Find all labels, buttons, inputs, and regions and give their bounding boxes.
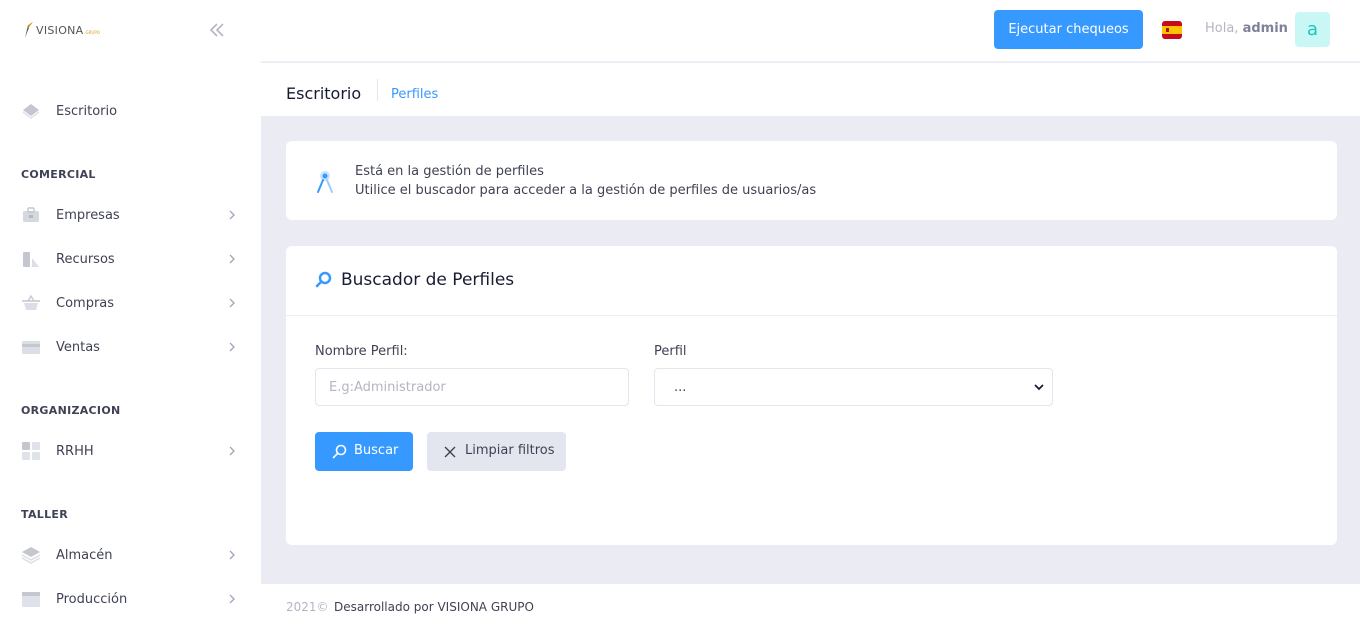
sidebar-item-label: Escritorio — [56, 103, 118, 119]
sidebar-item-recursos[interactable]: Recursos — [0, 241, 261, 277]
sidebar-section-taller: TALLER — [21, 508, 68, 521]
compass-icon — [317, 171, 333, 193]
profile-name-input[interactable] — [315, 368, 629, 406]
window-icon — [22, 592, 40, 607]
profile-select-value: ... — [674, 380, 687, 395]
search-card-title: Buscador de Perfiles — [341, 270, 515, 290]
sidebar-item-label: Compras — [56, 295, 115, 311]
sidebar-item-label: Almacén — [56, 547, 113, 563]
sidebar-section-comercial: COMERCIAL — [21, 168, 96, 181]
briefcase-icon — [23, 207, 39, 222]
search-icon — [332, 444, 347, 459]
chevron-right-icon — [229, 210, 235, 220]
layers-icon — [22, 104, 40, 119]
grid-icon — [22, 442, 40, 460]
double-chevron-left-icon — [209, 23, 224, 37]
spain-flag-icon[interactable] — [1161, 20, 1183, 40]
clear-filters-label: Limpiar filtros — [465, 443, 555, 458]
breadcrumb-perfiles[interactable]: Perfiles — [391, 87, 438, 102]
search-card: Buscador de Perfiles Nombre Perfil: Perf… — [286, 246, 1337, 545]
sidebar-item-label: Ventas — [56, 339, 100, 355]
chevron-right-icon — [229, 594, 235, 604]
sidebar-item-ventas[interactable]: Ventas — [0, 329, 261, 365]
basket-icon — [22, 294, 40, 310]
sidebar-item-escritorio[interactable]: Escritorio — [0, 93, 261, 129]
sidebar-item-label: RRHH — [56, 443, 94, 459]
sidebar-collapse-button[interactable] — [207, 20, 227, 40]
brand-name: VISIONA — [36, 23, 84, 37]
brand-sub: GRUPO — [85, 29, 100, 35]
brand-logo[interactable]: VISIONA GRUPO — [22, 18, 100, 42]
sidebar-item-compras[interactable]: Compras — [0, 285, 261, 321]
sidebar: VISIONA GRUPO Escritorio COMERCIAL Empre… — [0, 0, 261, 625]
sidebar-section-organizacion: ORGANIZACION — [21, 404, 121, 417]
search-button[interactable]: Buscar — [315, 432, 413, 471]
close-icon — [444, 446, 456, 458]
credit-card-icon — [22, 341, 40, 354]
avatar[interactable]: a — [1295, 12, 1330, 47]
profile-select[interactable]: ... — [654, 368, 1053, 406]
footer-credit: Desarrollado por VISIONA GRUPO — [334, 600, 534, 614]
info-card: Está en la gestión de perfiles Utilice e… — [286, 141, 1337, 220]
chevron-right-icon — [229, 446, 235, 456]
profile-select-label: Perfil — [654, 344, 687, 359]
sidebar-item-label: Recursos — [56, 251, 115, 267]
sidebar-item-produccion[interactable]: Producción — [0, 581, 261, 617]
sidebar-item-empresas[interactable]: Empresas — [0, 197, 261, 233]
info-description: Utilice el buscador para acceder a la ge… — [355, 183, 817, 198]
chevron-right-icon — [229, 254, 235, 264]
clear-filters-button[interactable]: Limpiar filtros — [427, 432, 566, 471]
subheader: Escritorio Perfiles — [261, 63, 1360, 116]
resources-icon — [23, 252, 39, 267]
top-header: Ejecutar chequeos Hola, admin a — [261, 0, 1360, 62]
chevron-right-icon — [229, 550, 235, 560]
greeting-text: Hola, — [1205, 21, 1239, 36]
sidebar-item-almacen[interactable]: Almacén — [0, 537, 261, 573]
page-title: Escritorio — [286, 84, 362, 103]
user-greeting[interactable]: Hola, admin — [1205, 21, 1288, 36]
sidebar-item-label: Producción — [56, 591, 128, 607]
search-icon — [315, 271, 332, 288]
footer-year: 2021© — [286, 600, 329, 614]
sidebar-item-rrhh[interactable]: RRHH — [0, 433, 261, 469]
chevron-right-icon — [229, 342, 235, 352]
footer: 2021© Desarrollado por VISIONA GRUPO — [261, 584, 1360, 625]
profile-name-label: Nombre Perfil: — [315, 344, 408, 359]
info-title: Está en la gestión de perfiles — [355, 164, 544, 179]
search-card-header: Buscador de Perfiles — [286, 246, 1337, 316]
chevron-right-icon — [229, 298, 235, 308]
subheader-divider — [377, 79, 378, 101]
chevron-down-icon — [1034, 384, 1044, 391]
sidebar-item-label: Empresas — [56, 207, 120, 223]
user-name: admin — [1242, 21, 1288, 36]
search-button-label: Buscar — [354, 443, 399, 458]
run-checks-button[interactable]: Ejecutar chequeos — [994, 10, 1143, 49]
stack-icon — [21, 547, 41, 564]
logo-mark-icon — [25, 22, 33, 38]
